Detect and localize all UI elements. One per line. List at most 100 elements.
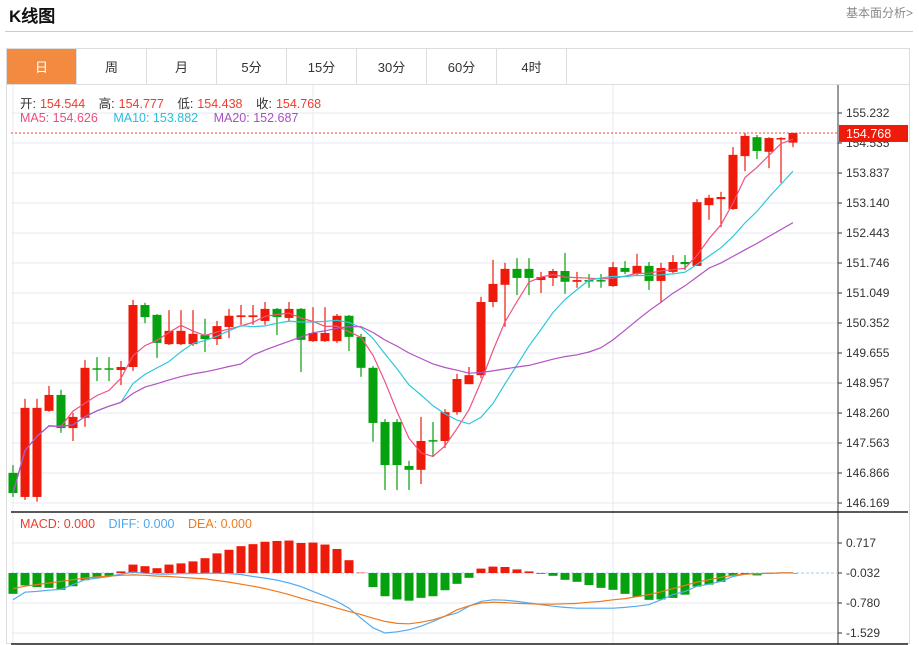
macd-histogram-bar <box>608 573 618 590</box>
macd-histogram-bar <box>596 573 606 588</box>
candle-up <box>764 138 774 152</box>
macd-histogram-bar <box>272 540 282 574</box>
price-tick-label: 153.140 <box>846 196 890 210</box>
macd-histogram-bar <box>452 573 462 584</box>
macd-histogram-bar <box>164 564 174 574</box>
candle-up <box>704 197 714 206</box>
macd-histogram-bar <box>332 548 342 574</box>
macd-histogram-bar <box>524 571 534 574</box>
candle-down <box>368 367 378 423</box>
ma-info: MA5: 154.626 MA10: 153.882 MA20: 152.687 <box>20 111 302 125</box>
ma10-value: MA10: 153.882 <box>113 111 199 125</box>
low-value: 154.438 <box>197 97 243 111</box>
macd-histogram-bar <box>464 573 474 578</box>
candle-up <box>236 315 246 318</box>
ma20-value: MA20: 152.687 <box>213 111 299 125</box>
open-value: 154.544 <box>39 97 86 111</box>
macd-histogram-bar <box>584 573 594 586</box>
macd-histogram-bar <box>392 573 402 600</box>
candle-down <box>404 465 414 470</box>
macd-tick-label: -0.780 <box>846 596 880 610</box>
candle-up <box>788 132 798 143</box>
price-tick-label: 146.169 <box>846 496 890 510</box>
macd-histogram-bar <box>572 573 582 582</box>
low-label: 低: <box>177 97 194 111</box>
macd-histogram-bar <box>260 541 270 574</box>
candle-up <box>716 196 726 200</box>
price-tick-label: 146.866 <box>846 466 890 480</box>
candle-up <box>80 367 90 418</box>
macd-histogram-bar <box>500 567 510 574</box>
price-tick-label: 150.352 <box>846 316 890 330</box>
macd-histogram-bar <box>296 542 306 574</box>
candle-up <box>248 315 258 318</box>
macd-info: MACD: 0.000 DIFF: 0.000 DEA: 0.000 <box>20 517 256 531</box>
price-tick-label: 151.049 <box>846 286 890 300</box>
candle-up <box>452 379 462 413</box>
macd-histogram-bar <box>368 573 378 588</box>
diff-value: DIFF: 0.000 <box>108 517 175 531</box>
macd-histogram-bar <box>428 573 438 597</box>
macd-histogram-bar <box>8 573 18 594</box>
macd-histogram-bar <box>632 573 642 597</box>
macd-histogram-bar <box>476 568 486 574</box>
macd-histogram-bar <box>308 542 318 574</box>
macd-histogram-bar <box>344 560 354 574</box>
candle-up <box>740 135 750 157</box>
candle-up <box>476 301 486 376</box>
price-tick-label: 148.260 <box>846 406 890 420</box>
candle-up <box>488 283 498 302</box>
price-tick-label: 152.443 <box>846 226 890 240</box>
macd-histogram-bar <box>284 540 294 574</box>
macd-histogram-bar <box>236 546 246 574</box>
candle-up <box>692 202 702 266</box>
price-tick-label: 148.957 <box>846 376 890 390</box>
macd-histogram-bar <box>416 573 426 598</box>
macd-histogram-bar <box>140 566 150 574</box>
price-tick-label: 153.837 <box>846 166 890 180</box>
candle-up <box>440 412 450 441</box>
macd-histogram-bar <box>380 573 390 597</box>
open-label: 开: <box>20 97 36 111</box>
candle-up <box>224 315 234 327</box>
macd-histogram-bar <box>512 569 522 574</box>
candle-down <box>680 261 690 265</box>
candle-up <box>500 268 510 285</box>
high-value: 154.777 <box>118 97 164 111</box>
macd-histogram-bar <box>404 573 414 601</box>
close-label: 收: <box>255 97 272 111</box>
macd-histogram-bar <box>320 544 330 574</box>
macd-histogram-bar <box>44 573 54 588</box>
macd-tick-label: -0.032 <box>846 566 880 580</box>
macd-histogram-bar <box>440 573 450 591</box>
dea-value: DEA: 0.000 <box>188 517 252 531</box>
macd-histogram-bar <box>644 573 654 600</box>
macd-histogram-bar <box>116 571 126 574</box>
candle-up <box>128 305 138 367</box>
macd-histogram-bar <box>656 573 666 600</box>
high-label: 高: <box>98 97 115 111</box>
macd-histogram-bar <box>176 563 186 574</box>
candle-down <box>104 368 114 370</box>
macd-histogram-bar <box>152 568 162 574</box>
candle-down <box>392 422 402 466</box>
candle-up <box>776 138 786 140</box>
candle-down <box>272 308 282 318</box>
price-tick-label: 155.232 <box>846 106 890 120</box>
macd-histogram-bar <box>488 566 498 574</box>
candle-up <box>260 308 270 321</box>
macd-histogram-bar <box>692 573 702 587</box>
macd-histogram-bar <box>548 573 558 576</box>
candle-up <box>176 330 186 345</box>
close-value: 154.768 <box>275 97 322 111</box>
candle-up <box>44 394 54 411</box>
candle-down <box>92 368 102 370</box>
ma5-value: MA5: 154.626 <box>20 111 98 125</box>
macd-histogram-bar <box>620 573 630 594</box>
price-tick-label: 151.746 <box>846 256 890 270</box>
macd-histogram-bar <box>188 561 198 574</box>
candle-up <box>116 366 126 370</box>
macd-histogram-bar <box>200 558 210 574</box>
macd-histogram-bar <box>560 573 570 580</box>
candle-up <box>464 375 474 385</box>
